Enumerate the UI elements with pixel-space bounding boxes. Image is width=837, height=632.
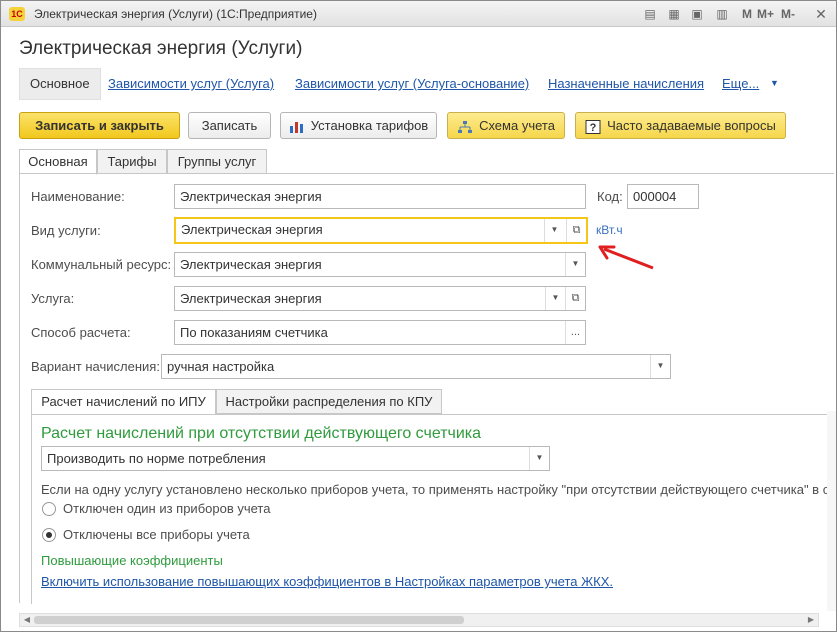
tab-main[interactable]: Основная <box>19 149 97 175</box>
enable-coefficients-link[interactable]: Включить использование повышающих коэффи… <box>41 574 613 589</box>
chevron-down-icon[interactable]: ▼ <box>544 219 564 242</box>
horizontal-scrollbar[interactable]: ◀ ▶ <box>19 613 819 627</box>
memory-minus-icon[interactable]: M- <box>780 6 796 22</box>
service-label: Услуга: <box>31 291 75 306</box>
resource-value: Электрическая энергия <box>180 257 322 272</box>
app-window: 1С Электрическая энергия (Услуги) (1С:Пр… <box>0 0 837 632</box>
chevron-down-icon[interactable]: ▼ <box>650 355 670 378</box>
faq-button[interactable]: ? Часто задаваемые вопросы <box>575 112 786 139</box>
faq-label: Часто задаваемые вопросы <box>607 118 776 133</box>
name-field[interactable]: Электрическая энергия <box>174 184 586 209</box>
coefficients-heading: Повышающие коэффициенты <box>41 553 223 568</box>
memory-plus-icon[interactable]: M+ <box>757 6 774 22</box>
hierarchy-icon <box>458 120 473 133</box>
radio-one-meter-off-label: Отключен один из приборов учета <box>63 501 271 516</box>
service-type-field[interactable]: Электрическая энергия ▼ ⧉ <box>174 217 588 244</box>
tab-ipu[interactable]: Расчет начислений по ИПУ <box>31 389 216 415</box>
tab-kpu[interactable]: Настройки распределения по КПУ <box>216 389 442 414</box>
open-icon[interactable]: ⧉ <box>565 287 585 310</box>
variant-label: Вариант начисления: <box>31 359 160 374</box>
name-label: Наименование: <box>31 189 125 204</box>
resource-label: Коммунальный ресурс: <box>31 257 172 272</box>
select-button-icon[interactable]: ... <box>565 321 585 344</box>
form-title: Электрическая энергия (Услуги) <box>19 38 303 59</box>
ipu-mode-field[interactable]: Производить по норме потребления ▼ <box>41 446 550 471</box>
title-bar: 1С Электрическая энергия (Услуги) (1С:Пр… <box>1 1 836 27</box>
window-title: Электрическая энергия (Услуги) (1С:Предп… <box>34 7 317 21</box>
nav-link-charges[interactable]: Назначенные начисления <box>548 76 704 91</box>
chevron-down-icon[interactable]: ▼ <box>545 287 565 310</box>
scroll-right-icon[interactable]: ▶ <box>804 614 818 626</box>
calc-method-value: По показаниям счетчика <box>180 325 328 340</box>
unit-label: кВт.ч <box>596 223 623 237</box>
calc-method-field[interactable]: По показаниям счетчика ... <box>174 320 586 345</box>
radio-all-meters-off[interactable] <box>42 528 56 542</box>
open-icon[interactable]: ⧉ <box>566 219 586 242</box>
memory-m-icon[interactable]: M <box>739 6 755 22</box>
table-icon[interactable]: ▦ <box>666 6 682 22</box>
ipu-note: Если на одну услугу установлено нескольк… <box>41 482 830 497</box>
tariffs-label: Установка тарифов <box>310 118 429 133</box>
code-field[interactable]: 000004 <box>627 184 699 209</box>
calculator-icon[interactable]: ▥ <box>714 6 730 22</box>
tab-tariffs[interactable]: Тарифы <box>97 149 167 174</box>
nav-link-service-deps[interactable]: Зависимости услуг (Услуга) <box>108 76 274 91</box>
radio-one-meter-off[interactable] <box>42 502 56 516</box>
save-button[interactable]: Записать <box>188 112 271 139</box>
tab-service-groups[interactable]: Группы услуг <box>167 149 267 174</box>
code-label: Код: <box>597 189 623 204</box>
calendar-icon[interactable]: ▣ <box>689 6 705 22</box>
variant-value: ручная настройка <box>167 359 275 374</box>
red-arrow-annotation <box>598 245 654 270</box>
chevron-down-icon[interactable]: ▼ <box>565 253 585 276</box>
service-type-label: Вид услуги: <box>31 223 101 238</box>
nav-link-base-service-deps[interactable]: Зависимости услуг (Услуга-основание) <box>295 76 529 91</box>
tariffs-button[interactable]: Установка тарифов <box>280 112 437 139</box>
close-icon[interactable]: ✕ <box>813 6 829 22</box>
bar-chart-icon <box>289 121 303 133</box>
nav-main[interactable]: Основное <box>19 68 101 100</box>
service-type-value: Электрическая энергия <box>181 222 323 237</box>
nav-link-more[interactable]: Еще... <box>722 76 759 91</box>
chevron-down-icon[interactable]: ▼ <box>529 447 549 470</box>
vertical-scrollbar[interactable] <box>827 411 836 611</box>
service-value: Электрическая энергия <box>180 291 322 306</box>
save-close-button[interactable]: Записать и закрыть <box>19 112 180 139</box>
scheme-button[interactable]: Схема учета <box>447 112 565 139</box>
scrollbar-thumb[interactable] <box>34 616 464 624</box>
service-field[interactable]: Электрическая энергия ▼ ⧉ <box>174 286 586 311</box>
calc-method-label: Способ расчета: <box>31 325 131 340</box>
variant-field[interactable]: ручная настройка ▼ <box>161 354 671 379</box>
chevron-down-icon[interactable]: ▼ <box>770 78 779 88</box>
home-icon[interactable]: ▤ <box>642 6 658 22</box>
svg-text:?: ? <box>590 122 597 134</box>
ipu-mode-value: Производить по норме потребления <box>47 451 266 466</box>
app-logo: 1С <box>9 7 25 21</box>
help-icon: ? <box>585 119 601 134</box>
scheme-label: Схема учета <box>479 118 555 133</box>
radio-all-meters-off-label: Отключены все приборы учета <box>63 527 250 542</box>
ipu-heading: Расчет начислений при отсутствии действу… <box>41 425 482 442</box>
scroll-left-icon[interactable]: ◀ <box>20 614 34 626</box>
resource-field[interactable]: Электрическая энергия ▼ <box>174 252 586 277</box>
